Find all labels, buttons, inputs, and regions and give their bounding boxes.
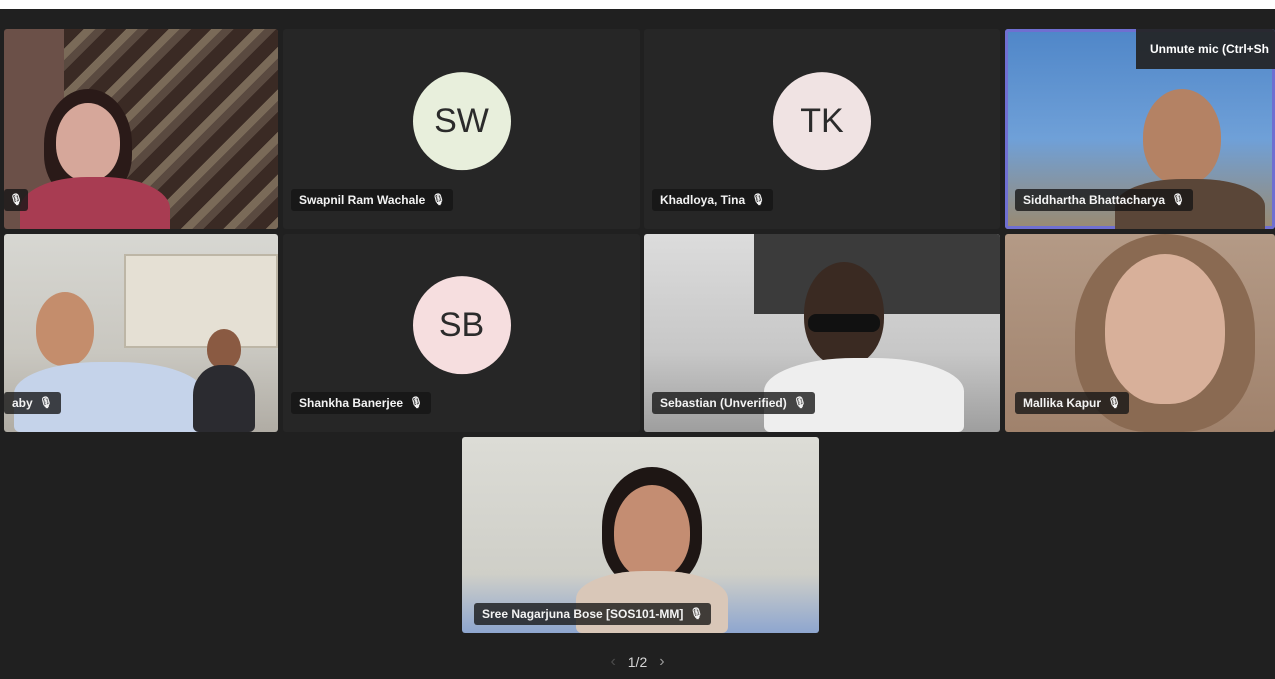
participant-name: Mallika Kapur — [1023, 396, 1102, 410]
participant-tile[interactable]: Sree Nagarjuna Bose [SOS101-MM] 🎙 — [462, 437, 819, 633]
participant-nametag: Shankha Banerjee 🎙 — [291, 392, 432, 414]
participant-name: Shankha Banerjee — [299, 396, 404, 410]
participant-nametag: Mallika Kapur 🎙 — [1015, 392, 1129, 414]
participant-tile[interactable]: Mallika Kapur 🎙 — [1005, 234, 1275, 432]
participant-tile[interactable]: SB Shankha Banerjee 🎙 — [283, 234, 640, 432]
participant-nametag: Sebastian (Unverified) 🎙 — [652, 392, 815, 414]
microphone-muted-icon: 🎙 — [431, 193, 446, 206]
previous-page-button[interactable]: ‹ — [610, 653, 615, 671]
avatar: SB — [412, 276, 511, 375]
microphone-muted-icon: 🎙 — [9, 193, 23, 206]
participant-tile[interactable]: Sebastian (Unverified) 🎙 — [644, 234, 1000, 432]
microphone-muted-icon: 🎙 — [1171, 193, 1186, 206]
avatar: SW — [412, 72, 511, 171]
participant-nametag: Sree Nagarjuna Bose [SOS101-MM] 🎙 — [474, 603, 712, 625]
participant-tile[interactable]: aby 🎙 — [4, 234, 278, 432]
participant-nametag: 🎙 — [4, 189, 28, 211]
page-indicator: 1/2 — [627, 654, 648, 670]
gallery-pagination: ‹ 1/2 › — [0, 649, 1275, 675]
microphone-muted-icon: 🎙 — [792, 396, 807, 409]
participant-name: Sree Nagarjuna Bose [SOS101-MM] — [482, 607, 684, 621]
microphone-muted-icon: 🎙 — [751, 193, 766, 206]
participant-name: Khadloya, Tina — [660, 193, 746, 207]
participant-nametag: Swapnil Ram Wachale 🎙 — [291, 189, 454, 211]
next-page-button[interactable]: › — [659, 653, 664, 671]
meeting-gallery: 🎙 SW Swapnil Ram Wachale 🎙 TK Khadloya, … — [0, 9, 1275, 679]
participant-tile[interactable]: SW Swapnil Ram Wachale 🎙 — [283, 29, 640, 229]
participant-nametag: Khadloya, Tina 🎙 — [652, 189, 774, 211]
participant-name: Swapnil Ram Wachale — [299, 193, 426, 207]
participant-tile[interactable]: Unmute mic (Ctrl+Sh Siddhartha Bhattacha… — [1005, 29, 1275, 229]
participant-tile[interactable]: 🎙 — [4, 29, 278, 229]
participant-name: aby — [12, 396, 33, 410]
participant-name: Siddhartha Bhattacharya — [1023, 193, 1166, 207]
participant-video — [14, 89, 174, 229]
participant-tile[interactable]: TK Khadloya, Tina 🎙 — [644, 29, 1000, 229]
participant-nametag: aby 🎙 — [4, 392, 61, 414]
microphone-muted-icon: 🎙 — [38, 396, 53, 409]
unmute-tooltip: Unmute mic (Ctrl+Sh — [1135, 29, 1275, 69]
participant-nametag: Siddhartha Bhattacharya 🎙 — [1015, 189, 1194, 211]
microphone-muted-icon: 🎙 — [689, 607, 704, 620]
background-person — [189, 329, 259, 432]
microphone-muted-icon: 🎙 — [409, 396, 424, 409]
avatar: TK — [773, 72, 871, 171]
participant-name: Sebastian (Unverified) — [660, 396, 787, 410]
microphone-muted-icon: 🎙 — [1107, 396, 1121, 409]
